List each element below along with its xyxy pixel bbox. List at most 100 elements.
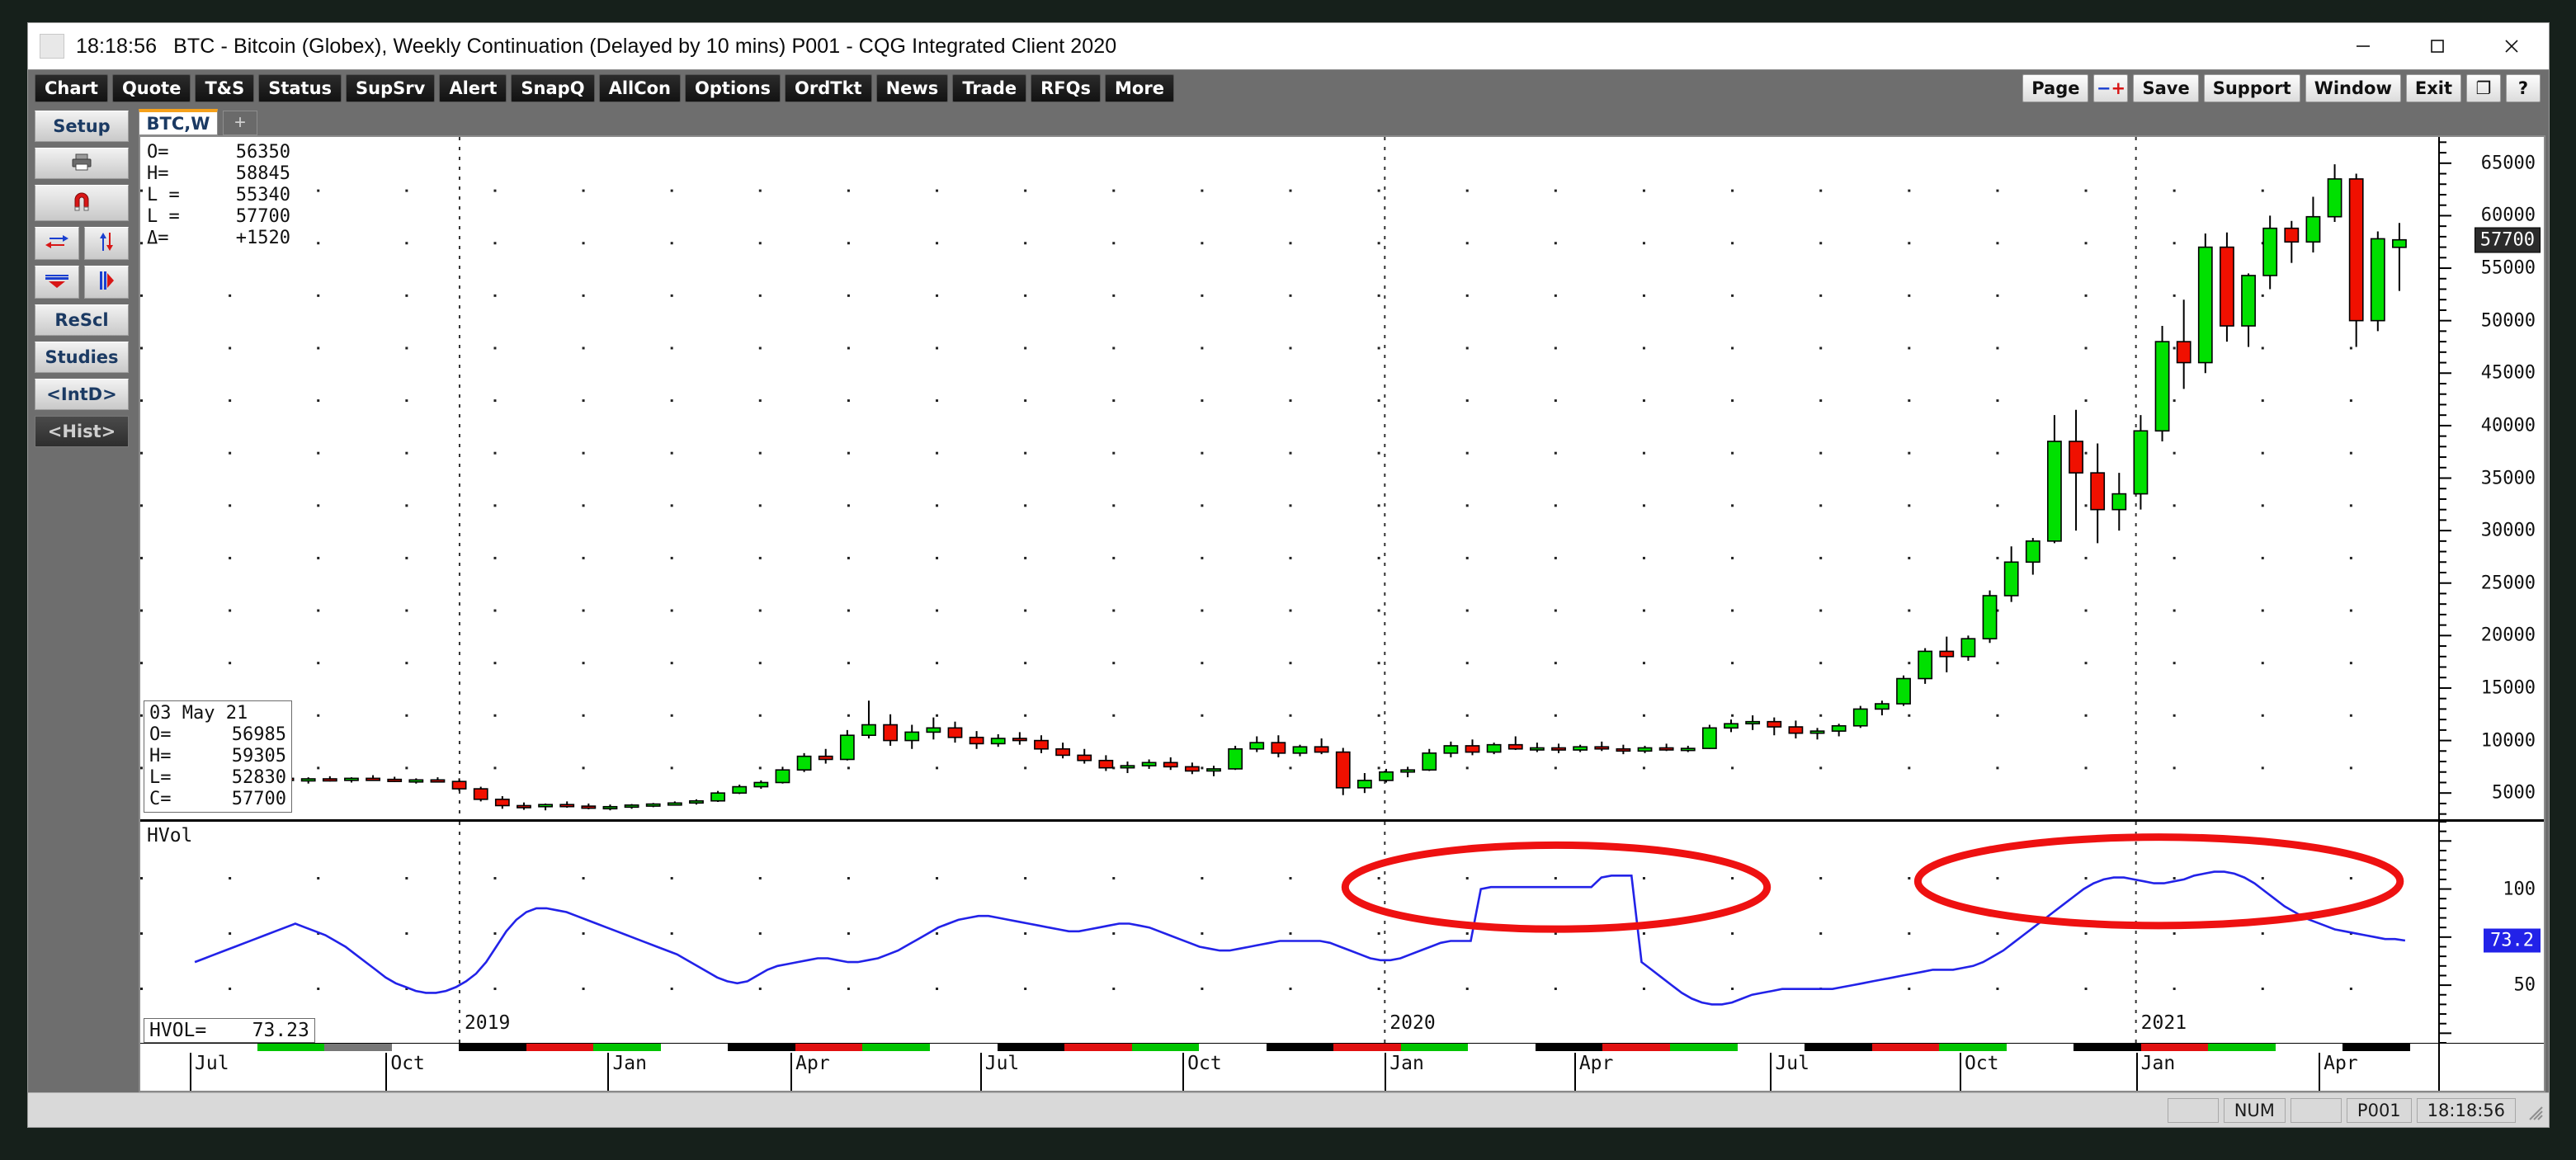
hvol-series-line <box>194 870 2406 1006</box>
sidebar-item-rescale[interactable]: ReScl <box>35 304 129 336</box>
month-tick-label: Jan <box>1385 1053 1424 1091</box>
sidebar-item-horizontal-swap[interactable] <box>35 227 79 260</box>
toolbar-button-rfqs[interactable]: RFQs <box>1031 73 1102 102</box>
quote-row: O= 56350 <box>147 142 290 163</box>
chart-panel: BTC,W + O= 56350 H= 58845 L = 55340 L = 57700 Δ=… <box>135 106 2549 1092</box>
quote-row: Δ= +1520 <box>147 228 290 249</box>
status-cell-num: NUM <box>2223 1097 2286 1123</box>
toolbar-button-icon[interactable]: ❐ <box>2466 74 2501 102</box>
price-candlestick-chart <box>140 137 2407 819</box>
price-pane[interactable]: O= 56350 H= 58845 L = 55340 L = 57700 Δ= +1520 03… <box>140 137 2544 822</box>
sidebar-item-vertical-swap[interactable] <box>84 227 129 260</box>
year-label: 2020 <box>1389 1012 1436 1034</box>
cursor-row: C= 57700 <box>149 789 286 810</box>
hvol-tick-label: 50 <box>2513 974 2536 996</box>
toolbar-button-t-s[interactable]: T&S <box>195 73 255 102</box>
session-segment <box>2074 1044 2141 1051</box>
hvol-line-chart <box>140 822 2406 1043</box>
toolbar-button-snapq[interactable]: SnapQ <box>511 73 595 102</box>
quote-key: Δ= <box>147 228 169 248</box>
hvol-axis[interactable]: 100 50 73.2 <box>2438 822 2544 1043</box>
price-tick-label: 15000 <box>2480 677 2536 699</box>
price-tick-label: 50000 <box>2480 310 2536 332</box>
price-tick-label: 5000 <box>2492 782 2536 804</box>
toolbar-button-icon[interactable]: − + <box>2093 74 2129 102</box>
price-plot-area[interactable]: O= 56350 H= 58845 L = 55340 L = 57700 Δ= +1520 03… <box>140 137 2438 819</box>
month-tick-label: Apr <box>790 1053 830 1091</box>
sidebar-item-studies[interactable]: Studies <box>35 342 129 373</box>
toolbar-button-supsrv[interactable]: SupSrv <box>346 73 436 102</box>
toolbar-button-news[interactable]: News <box>875 73 949 102</box>
status-cell-p001: P001 <box>2346 1097 2412 1123</box>
chart-tab-strip: BTC,W + <box>135 106 2545 135</box>
hvol-plot-area[interactable]: HVol HVOL= 73.23 <box>140 822 2438 1043</box>
toolbar-button-window[interactable]: Window <box>2305 74 2401 102</box>
session-segment <box>1131 1044 1200 1051</box>
sidebar-item-historical[interactable]: <Hist> <box>35 416 129 447</box>
sidebar-compress-row <box>35 266 129 299</box>
sidebar-item-magnet[interactable] <box>35 185 129 221</box>
toolbar-right-group: Page − + Save Support Window Exit ❐? <box>2017 74 2541 102</box>
sidebar-item-print[interactable] <box>35 148 129 179</box>
resize-grip[interactable] <box>2522 1100 2544 1121</box>
cursor-key: H= <box>149 746 172 766</box>
toolbar-button-chart[interactable]: Chart <box>35 73 108 102</box>
quote-key: L = <box>147 206 180 227</box>
session-segment <box>795 1044 863 1051</box>
toolbar-button-icon[interactable]: ? <box>2506 74 2541 102</box>
last-price-tag: 57700 <box>2474 227 2541 253</box>
sidebar-item-setup[interactable]: Setup <box>35 111 129 142</box>
main-toolbar: Chart Quote T&S Status SupSrv Alert SnapQ AllCo… <box>28 69 2549 106</box>
price-tick-label: 45000 <box>2480 362 2536 384</box>
cursor-value: 59305 <box>231 746 286 766</box>
maximize-button[interactable] <box>2400 23 2475 69</box>
month-tick-label: Jul <box>979 1053 1019 1091</box>
quote-row: L = 55340 <box>147 185 290 206</box>
toolbar-button-ordtkt[interactable]: OrdTkt <box>785 73 872 102</box>
toolbar-button-status[interactable]: Status <box>258 73 342 102</box>
tab-btc-w[interactable]: BTC,W <box>139 109 218 135</box>
price-axis[interactable]: 65000 60000 55000 50000 45000 40000 35000 30000… <box>2438 137 2544 819</box>
hvol-axis-ticks <box>2440 822 2451 1043</box>
session-segment <box>526 1044 594 1051</box>
title-bar: 18:18:56 BTC - Bitcoin (Globex), Weekly … <box>28 23 2549 69</box>
quote-row: L = 57700 <box>147 206 290 228</box>
toolbar-button-allcon[interactable]: AllCon <box>598 73 682 102</box>
date-axis[interactable]: Jul Oct Jan Apr Jul Oct Jan Apr Jul Oct Jan Apr 2019… <box>140 1012 2544 1091</box>
toolbar-button-support[interactable]: Support <box>2203 74 2300 102</box>
cursor-row: H= 59305 <box>149 746 286 767</box>
toolbar-button-exit[interactable]: Exit <box>2405 74 2461 102</box>
quote-value: +1520 <box>235 228 290 248</box>
chart-tool-sidebar: Setup ReScl Studies <IntD> <Hist> <box>28 106 135 1092</box>
indicator-pane[interactable]: HVol HVOL= 73.23 100 50 73.2 <box>140 822 2544 1043</box>
session-segment <box>930 1044 998 1051</box>
sidebar-item-horizontal-compress[interactable] <box>35 266 79 299</box>
month-tick-label: Oct <box>1959 1053 1999 1091</box>
session-segment <box>2140 1044 2209 1051</box>
sidebar-item-vertical-compress[interactable] <box>84 266 129 299</box>
quote-value: 58845 <box>235 163 290 184</box>
sidebar-item-intraday[interactable]: <IntD> <box>35 379 129 410</box>
toolbar-button-more[interactable]: More <box>1105 73 1174 102</box>
quote-value: 55340 <box>235 185 290 205</box>
toolbar-button-trade[interactable]: Trade <box>952 73 1027 102</box>
session-segment <box>1064 1044 1132 1051</box>
minimize-button[interactable] <box>2326 23 2400 69</box>
quote-readout-box: O= 56350 H= 58845 L = 55340 L = 57700 Δ= +1520 <box>144 140 294 251</box>
date-axis-pad <box>2438 1044 2544 1091</box>
year-label: 2021 <box>2140 1012 2187 1034</box>
quote-key: L = <box>147 185 180 205</box>
add-tab-button[interactable]: + <box>223 111 257 135</box>
price-tick-label: 55000 <box>2480 257 2536 279</box>
cursor-date: 03 May 21 <box>149 703 248 724</box>
status-cell-group: NUM P001 18:18:56 <box>2163 1097 2516 1123</box>
candle-series <box>193 164 2407 811</box>
toolbar-button-save[interactable]: Save <box>2133 74 2199 102</box>
status-bar: NUM P001 18:18:56 <box>28 1092 2549 1127</box>
toolbar-button-alert[interactable]: Alert <box>439 73 507 102</box>
hvol-readout-box: HVOL= 73.23 <box>144 1018 315 1043</box>
toolbar-button-options[interactable]: Options <box>685 73 781 102</box>
close-button[interactable] <box>2475 23 2549 69</box>
toolbar-button-quote[interactable]: Quote <box>111 73 191 102</box>
toolbar-button-page[interactable]: Page <box>2022 74 2089 102</box>
